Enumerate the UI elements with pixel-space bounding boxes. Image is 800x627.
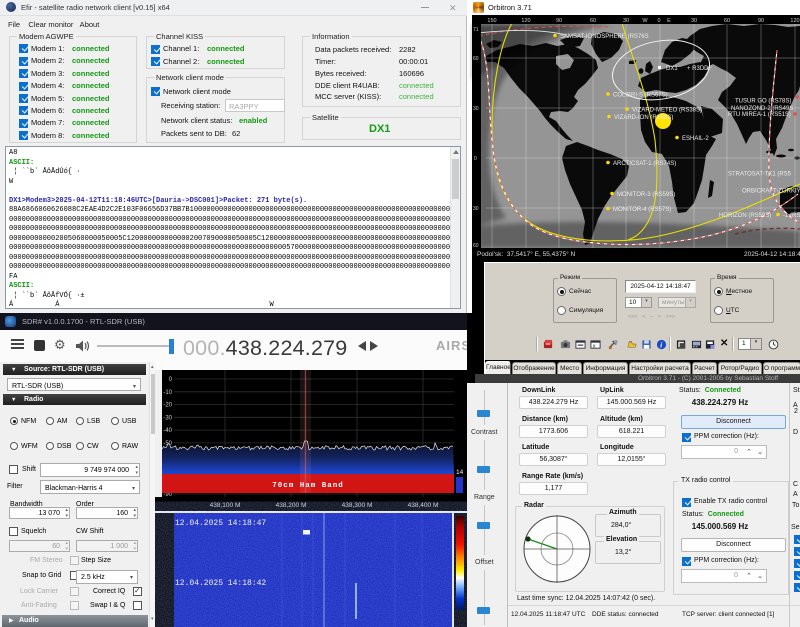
svg-text:90: 90 (556, 18, 562, 24)
svg-text:COLIBRI-S (RS67S): COLIBRI-S (RS67S) (613, 93, 668, 99)
svg-text:438,400 M: 438,400 M (408, 502, 439, 509)
svg-text:14: 14 (456, 469, 464, 476)
svg-text:60: 60 (473, 56, 479, 62)
svg-text:TUSUR GO (RS78S): TUSUR GO (RS78S) (735, 99, 791, 105)
svg-text:-30: -30 (163, 415, 172, 421)
svg-text:60: 60 (590, 18, 596, 24)
svg-text:120: 120 (521, 18, 530, 24)
svg-text:71: 71 (473, 27, 479, 33)
svg-text:+ R3DDF: + R3DDF (687, 66, 713, 72)
svg-text:DX1: DX1 (666, 66, 678, 72)
svg-text:0: 0 (474, 156, 477, 162)
svg-text:-1 (RS: -1 (RS (783, 213, 800, 219)
svg-text:ESHAIL-2: ESHAIL-2 (682, 136, 709, 142)
svg-text:60: 60 (724, 18, 730, 24)
svg-text:30: 30 (473, 206, 479, 212)
svg-text:VIZARD-ION (RS68S): VIZARD-ION (RS68S) (614, 115, 673, 121)
svg-text:HORIZON (RS59S): HORIZON (RS59S) (719, 213, 771, 219)
svg-text:x: x (593, 343, 596, 349)
svg-text:30: 30 (623, 18, 629, 24)
svg-text:MONITOR-3 (RS59S): MONITOR-3 (RS59S) (617, 192, 675, 198)
svg-text:12.04.2025 14:18:42: 12.04.2025 14:18:42 (175, 579, 266, 588)
svg-text:-20: -20 (163, 403, 172, 409)
svg-text:MONITOR-4 (RS57S): MONITOR-4 (RS57S) (613, 207, 671, 213)
svg-text:438,300 M: 438,300 M (342, 502, 373, 509)
svg-text:0: 0 (657, 18, 660, 24)
svg-text:RTU MIREA-1 (RS51S): RTU MIREA-1 (RS51S) (728, 112, 791, 118)
svg-text:-40: -40 (163, 428, 172, 434)
svg-text:VIZARD-METEO (RS38S): VIZARD-METEO (RS38S) (632, 108, 702, 114)
svg-text:120: 120 (790, 18, 799, 24)
svg-text:-10: -10 (163, 390, 172, 396)
svg-text:ORBICRAFT-ZORKIY: ORBICRAFT-ZORKIY (742, 189, 800, 195)
svg-text:W: W (642, 18, 648, 24)
svg-text:90: 90 (758, 18, 764, 24)
svg-text:30: 30 (473, 106, 479, 112)
svg-text:438,100 M: 438,100 M (210, 502, 241, 509)
svg-text:ARCTICSAT-1 (RS74S): ARCTICSAT-1 (RS74S) (613, 161, 676, 167)
svg-text:150: 150 (487, 18, 496, 24)
svg-text:438,200 M: 438,200 M (276, 502, 307, 509)
svg-text:E: E (667, 18, 671, 24)
svg-text:STRATOSAT-TK1 (RS5: STRATOSAT-TK1 (RS5 (728, 172, 792, 178)
svg-text:12.04.2025 14:18:47: 12.04.2025 14:18:47 (175, 519, 266, 528)
svg-text:SAMSAT-IONOSPHERE (RS76S: SAMSAT-IONOSPHERE (RS76S (560, 34, 649, 40)
svg-text:30: 30 (691, 18, 697, 24)
